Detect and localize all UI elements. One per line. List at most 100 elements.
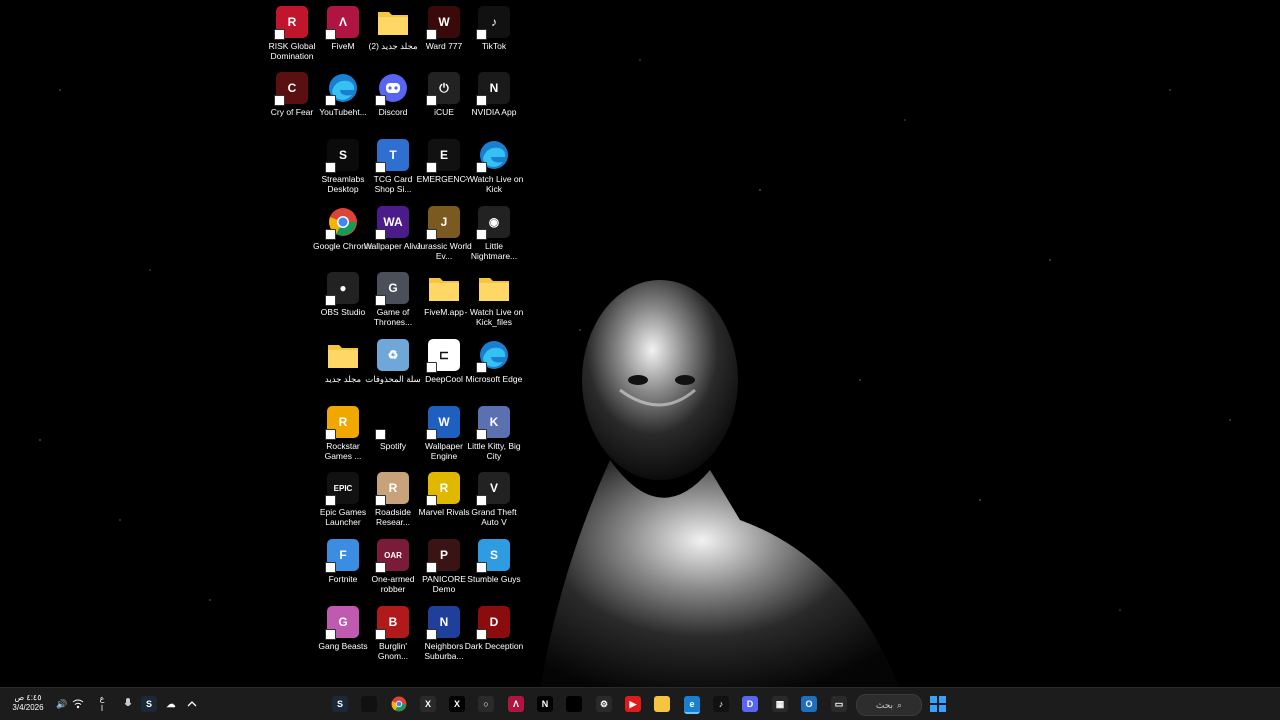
desktop-shortcut[interactable]: Microsoft Edge [466, 339, 522, 399]
desktop-shortcut[interactable]: C Cry of Fear [264, 72, 320, 132]
desktop-shortcut[interactable]: T TCG Card Shop Si... [365, 139, 421, 199]
shortcut-arrow-icon [274, 29, 285, 40]
desktop-shortcut[interactable]: W Ward 777 [416, 6, 472, 66]
start-square [939, 696, 946, 703]
taskbar-steam-icon[interactable]: S [332, 696, 348, 712]
desktop-shortcut[interactable]: - Watch Live on Kick_files [465, 272, 523, 332]
taskbar-discord-icon[interactable]: D [742, 696, 758, 712]
recycle-bin-icon: ♻ [377, 339, 409, 371]
desktop-shortcut[interactable]: R Roadside Resear... [365, 472, 421, 532]
search-box[interactable]: بحث ⌕ [856, 694, 922, 716]
desktop-shortcut-label: Dark Deception [464, 641, 524, 651]
taskbar-tiktok-icon[interactable]: ♪ [713, 696, 729, 712]
volume-icon[interactable]: 🔊 [54, 696, 70, 712]
shortcut-arrow-icon [375, 295, 386, 306]
wallpaper-alive-icon: WA [375, 206, 409, 240]
desktop-shortcut[interactable]: ♻ سلة المحذوفات [365, 339, 421, 399]
desktop-shortcut[interactable]: - Watch Live on Kick [464, 139, 524, 199]
taskbar-x-twitter-icon[interactable]: X [449, 696, 465, 712]
desktop-shortcut[interactable]: Λ FiveM [315, 6, 371, 66]
shortcut-arrow-icon [426, 162, 437, 173]
taskbar-circle-app-icon[interactable] [361, 696, 377, 712]
desktop-shortcut[interactable]: ♪ TikTok [466, 6, 522, 66]
search-icon: ⌕ [897, 699, 903, 710]
shortcut-arrow-icon [476, 95, 487, 106]
desktop-shortcut[interactable]: YouTubeht... [315, 72, 371, 132]
desktop-shortcut[interactable]: ⏻ iCUE [416, 72, 472, 132]
desktop-shortcut[interactable]: R Rockstar Games ... [315, 406, 371, 466]
rockstar-icon: R [325, 406, 359, 440]
taskbar-xbox-icon[interactable]: X [420, 696, 436, 712]
cloud-icon[interactable]: ☁ [163, 696, 179, 712]
shortcut-arrow-icon [476, 362, 487, 373]
taskbar-file-explorer-icon[interactable] [654, 696, 670, 712]
desktop-shortcut[interactable]: Discord [365, 72, 421, 132]
fortnite-icon: F [325, 539, 359, 573]
desktop-shortcut[interactable]: G Game of Thrones... [365, 272, 421, 332]
start-button[interactable] [930, 696, 946, 712]
desktop-shortcut[interactable]: K Little Kitty, Big City [466, 406, 522, 466]
taskbar-terminal-icon[interactable] [566, 696, 582, 712]
desktop-shortcut[interactable]: Google Chrome [313, 206, 373, 266]
tray-steam-icon[interactable]: S [141, 696, 157, 712]
desktop-shortcut-label: Little Nightmare... [470, 241, 518, 261]
desktop-shortcut[interactable]: ⊏ DeepCool [416, 339, 472, 399]
desktop-shortcut[interactable]: ◉ Little Nightmare... [466, 206, 522, 266]
chevron-up-icon[interactable] [184, 696, 200, 712]
taskbar-window-icon[interactable]: ▭ [831, 696, 847, 712]
taskbar-settings-icon[interactable]: ⚙ [596, 696, 612, 712]
wifi-icon[interactable] [70, 696, 86, 712]
got-icon: G [375, 272, 409, 306]
panicore-icon: P [426, 539, 460, 573]
cry-of-fear-icon: C [274, 72, 308, 106]
fivem-icon: Λ [325, 6, 359, 40]
shortcut-arrow-icon [426, 95, 437, 106]
shortcut-arrow-icon [476, 495, 487, 506]
shortcut-arrow-icon [325, 629, 336, 640]
taskbar-fivem-icon[interactable]: Λ [508, 696, 524, 712]
edge-icon [476, 339, 510, 373]
desktop-shortcut-label: NVIDIA App [471, 107, 517, 117]
roadside-icon: R [375, 472, 409, 506]
taskbar-netflix-icon[interactable]: N [537, 696, 553, 712]
desktop-shortcut-label: Little Kitty, Big City [467, 441, 521, 461]
desktop-shortcut[interactable]: V Grand Theft Auto V [466, 472, 522, 532]
taskbar-chrome-icon[interactable] [391, 696, 407, 712]
desktop-shortcut[interactable]: OAR One-armed robber [365, 539, 421, 599]
taskbar: ٤:٤٥ ص 3/4/2026 🔊 ع ا S ☁ S X X ○ Λ N ⚙ ▶ e ♪ D ▦ O ▭… [0, 687, 1280, 720]
desktop-shortcut[interactable]: WA Wallpaper Alive [364, 206, 422, 266]
taskbar-outlook-icon[interactable]: O [801, 696, 817, 712]
start-square [930, 696, 937, 703]
desktop-shortcut[interactable]: Spotify [365, 406, 421, 466]
shortcut-arrow-icon [375, 429, 386, 440]
desktop-shortcut[interactable]: R RISK Global Domination [264, 6, 320, 66]
taskbar-store-icon[interactable]: ▦ [772, 696, 788, 712]
shortcut-arrow-icon [325, 229, 336, 240]
desktop-shortcut[interactable]: مجلد جديد (2) [365, 6, 421, 66]
desktop-shortcut[interactable]: B Burglin' Gnom... [365, 606, 421, 666]
desktop-shortcut-label: - Watch Live on Kick [464, 174, 524, 194]
tcg-icon: T [375, 139, 409, 173]
shortcut-arrow-icon [325, 29, 336, 40]
gang-beasts-icon: G [325, 606, 359, 640]
clock[interactable]: ٤:٤٥ ص 3/4/2026 [10, 693, 46, 713]
taskbar-youtube-icon[interactable]: ▶ [625, 696, 641, 712]
jurassic-icon: J [426, 206, 460, 240]
shortcut-arrow-icon [476, 429, 487, 440]
desktop-shortcut[interactable]: P PANICORE Demo [416, 539, 472, 599]
shortcut-arrow-icon [325, 562, 336, 573]
edge-icon [476, 139, 510, 173]
spotify-icon [375, 406, 409, 440]
desktop-shortcut[interactable]: مجلد جديد [315, 339, 371, 399]
language-indicator[interactable]: ع ا [96, 694, 108, 714]
desktop-shortcut-label: Grand Theft Auto V [471, 507, 517, 527]
microphone-icon[interactable] [120, 696, 136, 712]
taskbar-app-icon[interactable]: ○ [478, 696, 494, 712]
shortcut-arrow-icon [375, 95, 386, 106]
desktop-shortcut[interactable]: N Neighbors Suburba... [416, 606, 472, 666]
desktop-shortcut[interactable]: S Stumble Guys [466, 539, 522, 599]
taskbar-edge-icon[interactable]: e [684, 696, 700, 714]
little-kitty-icon: K [476, 406, 510, 440]
desktop-shortcut[interactable]: N NVIDIA App [466, 72, 522, 132]
desktop-shortcut[interactable]: D Dark Deception [464, 606, 524, 666]
